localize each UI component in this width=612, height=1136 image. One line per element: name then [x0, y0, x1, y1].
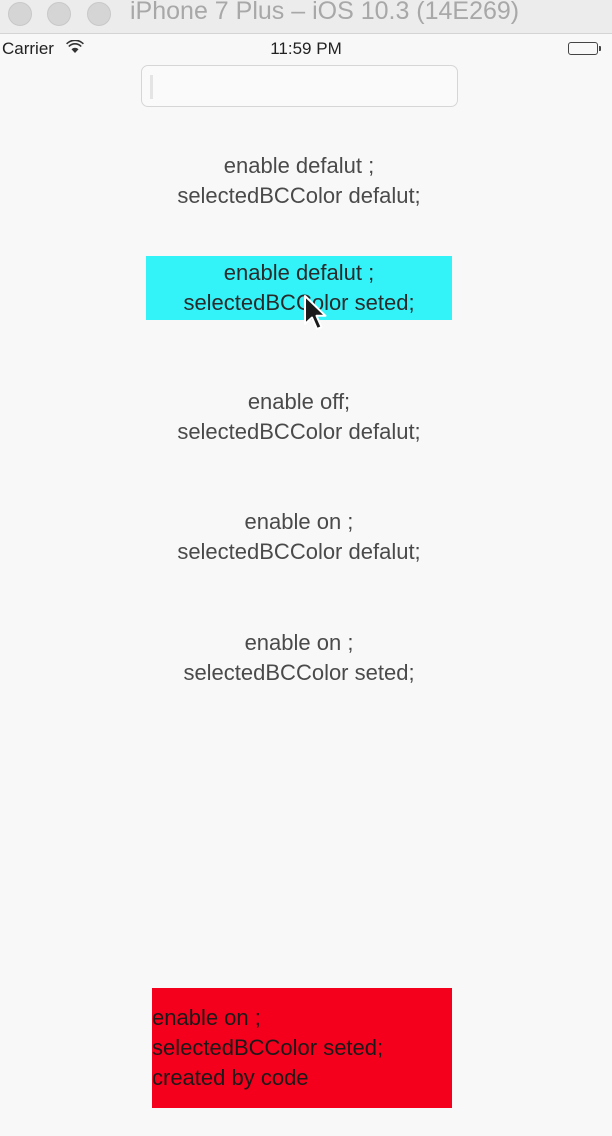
- button-enable-off-color-default[interactable]: enable off; selectedBCColor defalut;: [146, 386, 452, 448]
- button-label-line-1: enable off;: [247, 389, 351, 414]
- text-caret: [150, 75, 153, 99]
- button-enable-default-color-default[interactable]: enable defalut ; selectedBCColor defalut…: [146, 150, 452, 212]
- button-label-line-1: enable on ;: [244, 509, 354, 534]
- text-input-field[interactable]: [141, 65, 458, 107]
- button-enable-default-color-set[interactable]: enable defalut ; selectedBCColor seted;: [146, 256, 452, 320]
- close-window-button[interactable]: [8, 2, 32, 26]
- button-label-line-3: created by code: [152, 1065, 309, 1090]
- button-label-line-2: selectedBCColor defalut;: [177, 183, 421, 208]
- battery-icon: [568, 42, 602, 56]
- simulator-window: iPhone 7 Plus – iOS 10.3 (14E269) Carrie…: [0, 0, 612, 1136]
- button-label-line-1: enable defalut ;: [223, 153, 375, 178]
- button-label-line-2: selectedBCColor defalut;: [177, 419, 421, 444]
- button-label-line-2: selectedBCColor defalut;: [177, 539, 421, 564]
- status-time: 11:59 PM: [270, 39, 342, 58]
- button-label-line-1: enable on ;: [152, 1005, 261, 1030]
- button-enable-on-color-default[interactable]: enable on ; selectedBCColor defalut;: [146, 506, 452, 568]
- button-enable-on-color-set[interactable]: enable on ; selectedBCColor seted;: [146, 627, 452, 689]
- button-label-line-1: enable on ;: [244, 630, 354, 655]
- button-label-line-2: selectedBCColor seted;: [183, 290, 415, 315]
- window-title: iPhone 7 Plus – iOS 10.3 (14E269): [130, 0, 520, 25]
- button-label-line-2: selectedBCColor seted;: [152, 1035, 384, 1060]
- title-bar: iPhone 7 Plus – iOS 10.3 (14E269): [0, 0, 612, 34]
- zoom-window-button[interactable]: [87, 2, 111, 26]
- status-bar: Carrier 11:59 PM: [0, 36, 612, 62]
- minimize-window-button[interactable]: [47, 2, 71, 26]
- button-label-line-2: selectedBCColor seted;: [183, 660, 415, 685]
- button-created-by-code[interactable]: enable on ; selectedBCColor seted; creat…: [152, 988, 452, 1108]
- button-label-line-1: enable defalut ;: [223, 260, 375, 285]
